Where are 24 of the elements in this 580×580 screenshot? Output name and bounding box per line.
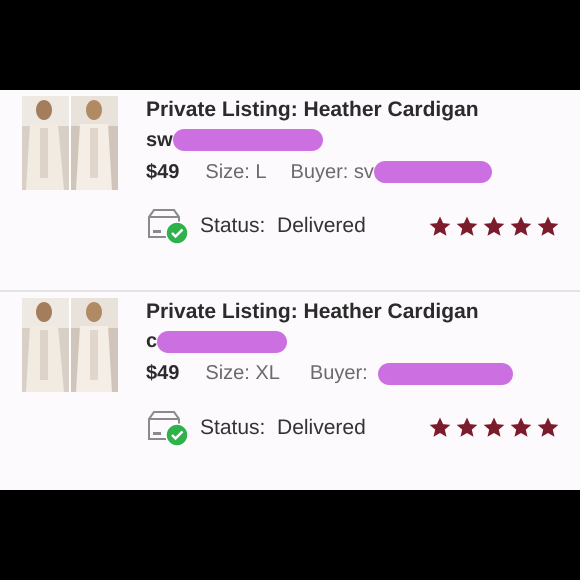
seller-name: sw — [146, 128, 173, 152]
buyer-label: Buyer: — [310, 362, 368, 386]
star-icon — [482, 214, 506, 238]
star-icon — [455, 416, 479, 440]
star-icon — [509, 214, 533, 238]
listing-title: Private Listing: Heather Cardigan — [146, 98, 480, 122]
price: $49 — [146, 362, 180, 386]
size-label: Size: XL — [205, 362, 280, 386]
star-icon — [536, 214, 560, 238]
size-label: Size: L — [205, 160, 267, 184]
seller-name: c — [146, 330, 158, 354]
price: $49 — [146, 160, 180, 184]
status-text: Status: Delivered — [200, 214, 366, 238]
buyer-label: Buyer: sv — [290, 160, 374, 184]
star-icon — [455, 214, 479, 238]
star-icon — [428, 416, 452, 440]
star-icon — [509, 416, 533, 440]
star-icon — [428, 214, 452, 238]
star-icon — [536, 416, 560, 440]
status-text: Status: Delivered — [200, 416, 366, 440]
delivered-package-icon — [146, 408, 190, 447]
delivered-package-icon — [146, 207, 190, 245]
listing-title: Private Listing: Heather Cardigan — [146, 300, 480, 324]
star-icon — [482, 416, 506, 440]
